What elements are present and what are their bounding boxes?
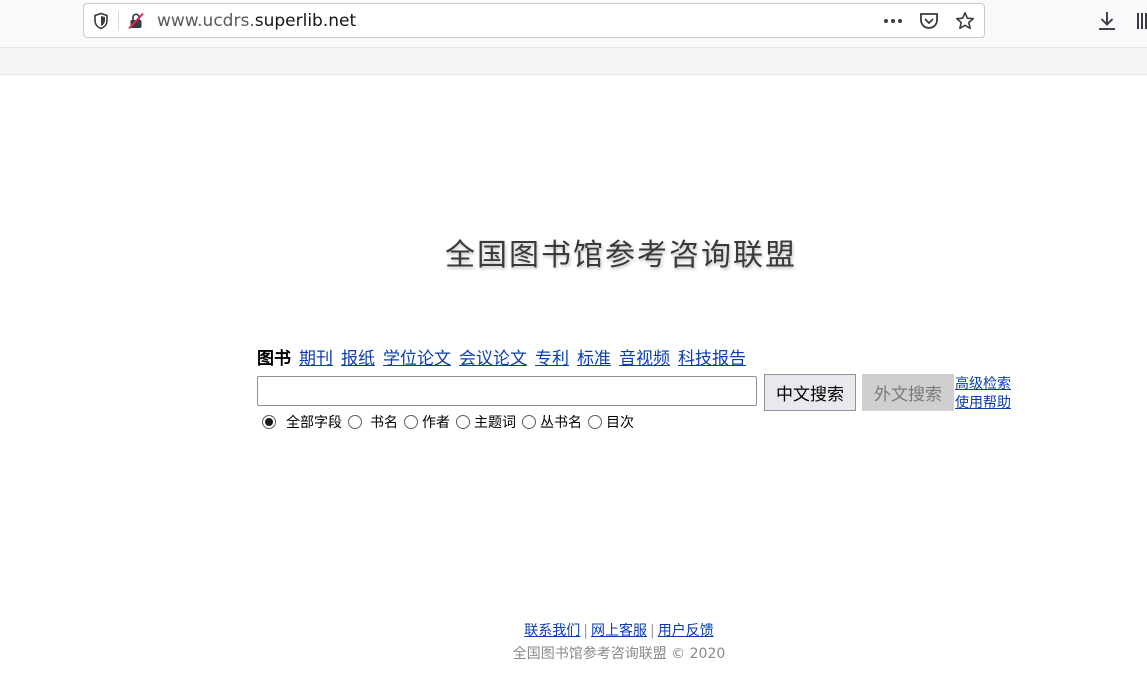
radio-button[interactable]	[348, 415, 362, 429]
radio-all-fields[interactable]: 全部字段	[262, 412, 348, 432]
bookmarks-bar	[0, 47, 1147, 75]
pocket-icon[interactable]	[918, 10, 940, 32]
copyright-text: 全国图书馆参考咨询联盟 © 2020	[512, 646, 726, 662]
radio-label: 目次	[606, 415, 634, 431]
insecure-lock-icon[interactable]	[127, 12, 145, 30]
site-logo: 全国图书馆参考咨询联盟	[445, 238, 797, 273]
radio-button[interactable]	[404, 415, 418, 429]
browser-toolbar: www.ucdrs.superlib.net	[0, 0, 1147, 47]
radio-button[interactable]	[588, 415, 602, 429]
url-host: superlib.net	[254, 11, 357, 31]
chinese-search-button[interactable]: 中文搜索	[764, 374, 856, 411]
url-prefix: www.ucdrs.	[157, 11, 255, 31]
url-text[interactable]: www.ucdrs.superlib.net	[157, 11, 356, 31]
tab-journals[interactable]: 期刊	[299, 348, 333, 370]
radio-button-checked[interactable]	[262, 415, 276, 429]
radio-label: 全部字段	[286, 415, 342, 431]
radio-button[interactable]	[456, 415, 470, 429]
footer-separator: |	[583, 623, 588, 639]
search-side-links: 高级检索 使用帮助	[955, 375, 1011, 413]
search-category-tabs: 图书 期刊 报纸 学位论文 会议论文 专利 标准 音视频 科技报告	[257, 348, 746, 370]
online-service-link[interactable]: 网上客服	[591, 623, 647, 639]
tab-books[interactable]: 图书	[257, 348, 291, 370]
address-bar[interactable]: www.ucdrs.superlib.net	[83, 3, 985, 38]
tab-conference-papers[interactable]: 会议论文	[459, 348, 527, 370]
radio-author[interactable]: 作者	[404, 412, 456, 432]
advanced-search-link[interactable]: 高级检索	[955, 375, 1011, 394]
help-link[interactable]: 使用帮助	[955, 394, 1011, 413]
search-input[interactable]	[257, 376, 757, 406]
search-field-radios: 全部字段 书名 作者 主题词 丛书名 目次	[262, 412, 640, 432]
tab-audio-video[interactable]: 音视频	[619, 348, 670, 370]
more-dots-icon[interactable]	[882, 10, 904, 32]
footer-separator: |	[650, 623, 655, 639]
radio-label: 丛书名	[540, 415, 582, 431]
radio-subject[interactable]: 主题词	[456, 412, 522, 432]
radio-title[interactable]: 书名	[348, 412, 404, 432]
footer-links: 联系我们 | 网上客服 | 用户反馈	[0, 620, 1147, 640]
tab-tech-reports[interactable]: 科技报告	[678, 348, 746, 370]
radio-series[interactable]: 丛书名	[522, 412, 588, 432]
feedback-link[interactable]: 用户反馈	[658, 623, 714, 639]
radio-button[interactable]	[522, 415, 536, 429]
radio-label: 书名	[370, 415, 398, 431]
radio-label: 主题词	[474, 415, 516, 431]
tab-standards[interactable]: 标准	[577, 348, 611, 370]
tab-theses[interactable]: 学位论文	[383, 348, 451, 370]
contact-link[interactable]: 联系我们	[524, 623, 580, 639]
radio-label: 作者	[422, 415, 450, 431]
tab-newspapers[interactable]: 报纸	[341, 348, 375, 370]
download-icon[interactable]	[1096, 10, 1118, 32]
tab-patents[interactable]: 专利	[535, 348, 569, 370]
library-icon[interactable]	[1136, 10, 1147, 32]
shield-icon[interactable]	[92, 12, 110, 30]
radio-contents[interactable]: 目次	[588, 412, 640, 432]
foreign-search-button[interactable]: 外文搜索	[862, 374, 954, 411]
address-bar-actions	[882, 10, 976, 32]
star-icon[interactable]	[954, 10, 976, 32]
address-bar-divider	[118, 11, 119, 31]
